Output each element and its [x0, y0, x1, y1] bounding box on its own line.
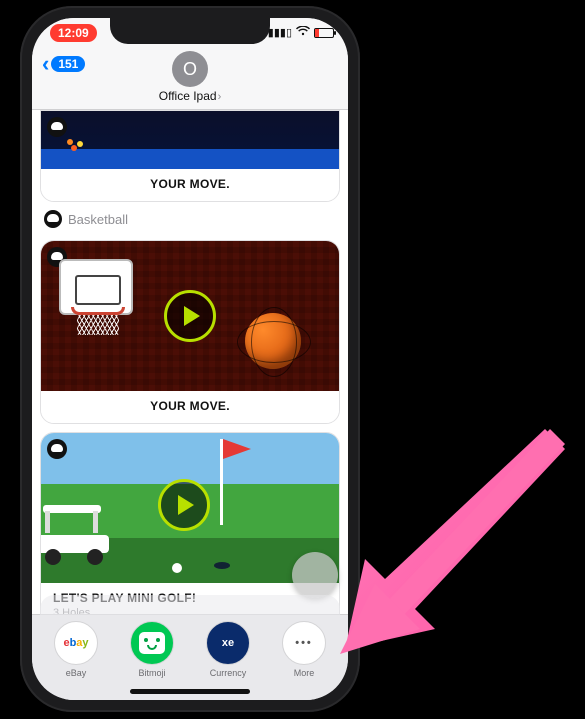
screen: 12:09 ▮▮▮▯ ‹ 151 O Office Ipad›: [32, 18, 348, 700]
play-button[interactable]: [158, 479, 210, 531]
notch: [110, 18, 270, 44]
play-icon: [184, 306, 200, 326]
game-name-label: Basketball: [68, 212, 128, 227]
basketball-icon: [245, 313, 301, 369]
drawer-app-label: More: [294, 668, 315, 678]
battery-icon: [314, 28, 334, 38]
game-thumbnail: [41, 241, 339, 391]
contact-avatar[interactable]: O: [172, 51, 208, 87]
drawer-app-ebay[interactable]: ebay eBay: [42, 621, 110, 678]
drawer-app-currency[interactable]: xe Currency: [194, 621, 262, 678]
more-icon: •••: [282, 621, 326, 665]
game-card-basketball[interactable]: YOUR MOVE.: [40, 240, 340, 424]
xe-icon: xe: [206, 621, 250, 665]
home-indicator[interactable]: [130, 689, 250, 694]
back-button[interactable]: ‹ 151: [42, 56, 85, 72]
gamepigeon-icon: [47, 439, 67, 459]
bitmoji-icon: [130, 621, 174, 665]
drawer-app-bitmoji[interactable]: Bitmoji: [118, 621, 186, 678]
drawer-app-label: Bitmoji: [138, 668, 165, 678]
wifi-icon: [296, 26, 310, 39]
contact-name[interactable]: Office Ipad›: [159, 89, 222, 103]
game-status-label: YOUR MOVE.: [53, 177, 327, 191]
imessage-app-drawer[interactable]: ebay eBay Bitmoji xe Currency ••• More: [32, 614, 348, 700]
ebay-icon: ebay: [54, 621, 98, 665]
chevron-right-icon: ›: [218, 91, 222, 103]
chevron-left-icon: ‹: [42, 57, 49, 71]
contact-name-label: Office Ipad: [159, 89, 217, 103]
gamepigeon-icon: [47, 117, 67, 137]
game-status-label: YOUR MOVE.: [53, 399, 327, 413]
unread-count-badge: 151: [51, 56, 85, 72]
game-thumbnail: [41, 433, 339, 583]
flag-icon: [223, 439, 251, 459]
game-thumbnail: [41, 111, 339, 169]
drawer-app-label: eBay: [66, 668, 87, 678]
message-scroll-area[interactable]: YOUR MOVE. Basketball: [32, 110, 348, 614]
signal-icon: ▮▮▮▯: [268, 26, 292, 39]
play-button[interactable]: [164, 290, 216, 342]
golf-cart-icon: [40, 505, 121, 565]
recording-time-pill[interactable]: 12:09: [50, 24, 97, 42]
phone-frame: 12:09 ▮▮▮▯ ‹ 151 O Office Ipad›: [20, 6, 360, 712]
play-icon: [178, 495, 194, 515]
drawer-app-label: Currency: [210, 668, 247, 678]
game-card-sea[interactable]: YOUR MOVE.: [40, 110, 340, 202]
gamepigeon-app-icon: [44, 210, 62, 228]
drawer-app-more[interactable]: ••• More: [270, 621, 338, 678]
scroll-to-bottom-button[interactable]: [292, 552, 338, 598]
